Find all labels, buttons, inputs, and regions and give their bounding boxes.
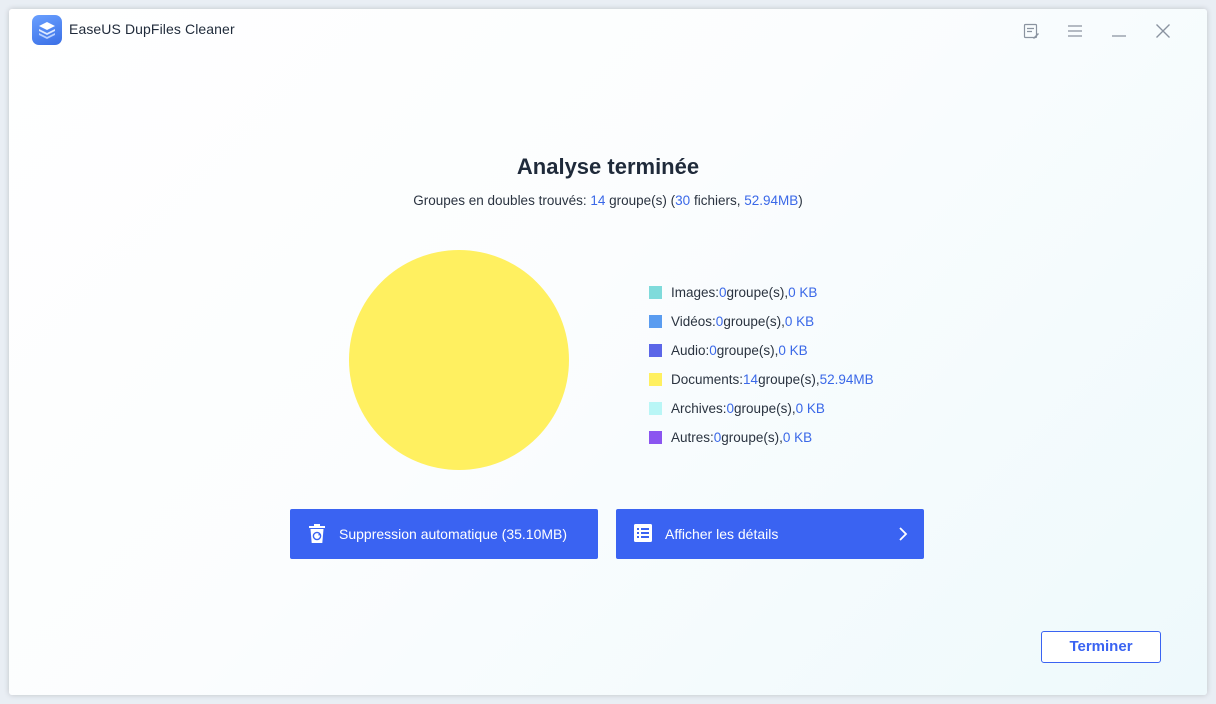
- legend-swatch: [649, 373, 662, 386]
- summary-prefix: Groupes en doubles trouvés:: [413, 193, 591, 208]
- legend-item-images: Images: 0 groupe(s), 0 KB: [649, 278, 874, 307]
- summary-group-count: 14: [590, 193, 606, 208]
- title-bar: EaseUS DupFiles Cleaner: [9, 9, 1207, 53]
- legend-swatch: [649, 344, 662, 357]
- app-logo-icon: [39, 22, 55, 39]
- legend-label: Archives:: [671, 401, 727, 416]
- list-icon: [634, 524, 652, 542]
- close-button[interactable]: [1153, 21, 1173, 41]
- legend-size: 0 KB: [782, 430, 813, 445]
- minimize-icon: [1112, 35, 1126, 37]
- legend-group-count: 0: [713, 430, 722, 445]
- summary-total-size: 52.94MB: [744, 193, 799, 208]
- legend-group-count: 14: [743, 372, 759, 387]
- legend-size: 52.94MB: [819, 372, 874, 387]
- summary-suffix: ): [798, 193, 803, 208]
- legend-label: Audio:: [671, 343, 710, 358]
- legend-group-count: 0: [726, 401, 735, 416]
- legend-swatch: [649, 402, 662, 415]
- menu-icon: [1068, 25, 1082, 37]
- legend-item-videos: Vidéos: 0 groupe(s), 0 KB: [649, 307, 874, 336]
- legend-item-documents: Documents: 14 groupe(s), 52.94MB: [649, 365, 874, 394]
- legend-size: 0 KB: [784, 314, 815, 329]
- app-title: EaseUS DupFiles Cleaner: [69, 21, 235, 37]
- legend-label: Images:: [671, 285, 720, 300]
- app-window: EaseUS DupFiles Cleaner Analyse terminée…: [9, 9, 1207, 695]
- legend-groups-unit: groupe(s),: [716, 343, 779, 358]
- legend-label: Documents:: [671, 372, 744, 387]
- legend-item-archives: Archives: 0 groupe(s), 0 KB: [649, 394, 874, 423]
- legend-size: 0 KB: [795, 401, 825, 416]
- legend-label: Autres:: [671, 430, 714, 445]
- legend-size: 0 KB: [778, 343, 808, 358]
- scan-summary: Groupes en doubles trouvés: 14 groupe(s)…: [9, 193, 1207, 208]
- chevron-right-icon: [899, 527, 908, 541]
- pie-slice-documents: [349, 250, 569, 470]
- legend-group-count: 0: [719, 285, 727, 300]
- legend-size: 0 KB: [788, 285, 818, 300]
- summary-groups-unit: groupe(s) (: [605, 193, 676, 208]
- show-details-label: Afficher les détails: [665, 526, 779, 542]
- app-logo: [32, 15, 62, 45]
- legend-swatch: [649, 286, 662, 299]
- legend-group-count: 0: [715, 314, 724, 329]
- menu-button[interactable]: [1065, 21, 1085, 41]
- legend-swatch: [649, 431, 662, 444]
- pie-chart: [349, 250, 569, 470]
- legend-groups-unit: groupe(s),: [758, 372, 820, 387]
- minimize-button[interactable]: [1109, 21, 1129, 41]
- legend-swatch: [649, 315, 662, 328]
- legend-item-audio: Audio: 0 groupe(s), 0 KB: [649, 336, 874, 365]
- feedback-icon: [1023, 23, 1039, 39]
- legend-label: Vidéos:: [671, 314, 716, 329]
- summary-file-count: 30: [675, 193, 691, 208]
- close-icon: [1156, 24, 1170, 38]
- legend-groups-unit: groupe(s),: [723, 314, 785, 329]
- summary-files-unit: fichiers,: [690, 193, 745, 208]
- legend-groups-unit: groupe(s),: [721, 430, 783, 445]
- auto-delete-label: Suppression automatique (35.10MB): [339, 526, 568, 542]
- legend-group-count: 0: [709, 343, 717, 358]
- recycle-bin-icon: [309, 524, 325, 543]
- legend-item-autres: Autres: 0 groupe(s), 0 KB: [649, 423, 874, 452]
- finish-button[interactable]: Terminer: [1041, 631, 1161, 663]
- page-title: Analyse terminée: [516, 154, 700, 179]
- show-details-button[interactable]: Afficher les détails: [616, 509, 924, 559]
- legend-groups-unit: groupe(s),: [734, 401, 796, 416]
- chart-legend: Images: 0 groupe(s), 0 KB Vidéos: 0 group…: [649, 278, 874, 452]
- legend-groups-unit: groupe(s),: [726, 285, 789, 300]
- auto-delete-button[interactable]: Suppression automatique (35.10MB): [290, 509, 598, 559]
- feedback-button[interactable]: [1021, 21, 1041, 41]
